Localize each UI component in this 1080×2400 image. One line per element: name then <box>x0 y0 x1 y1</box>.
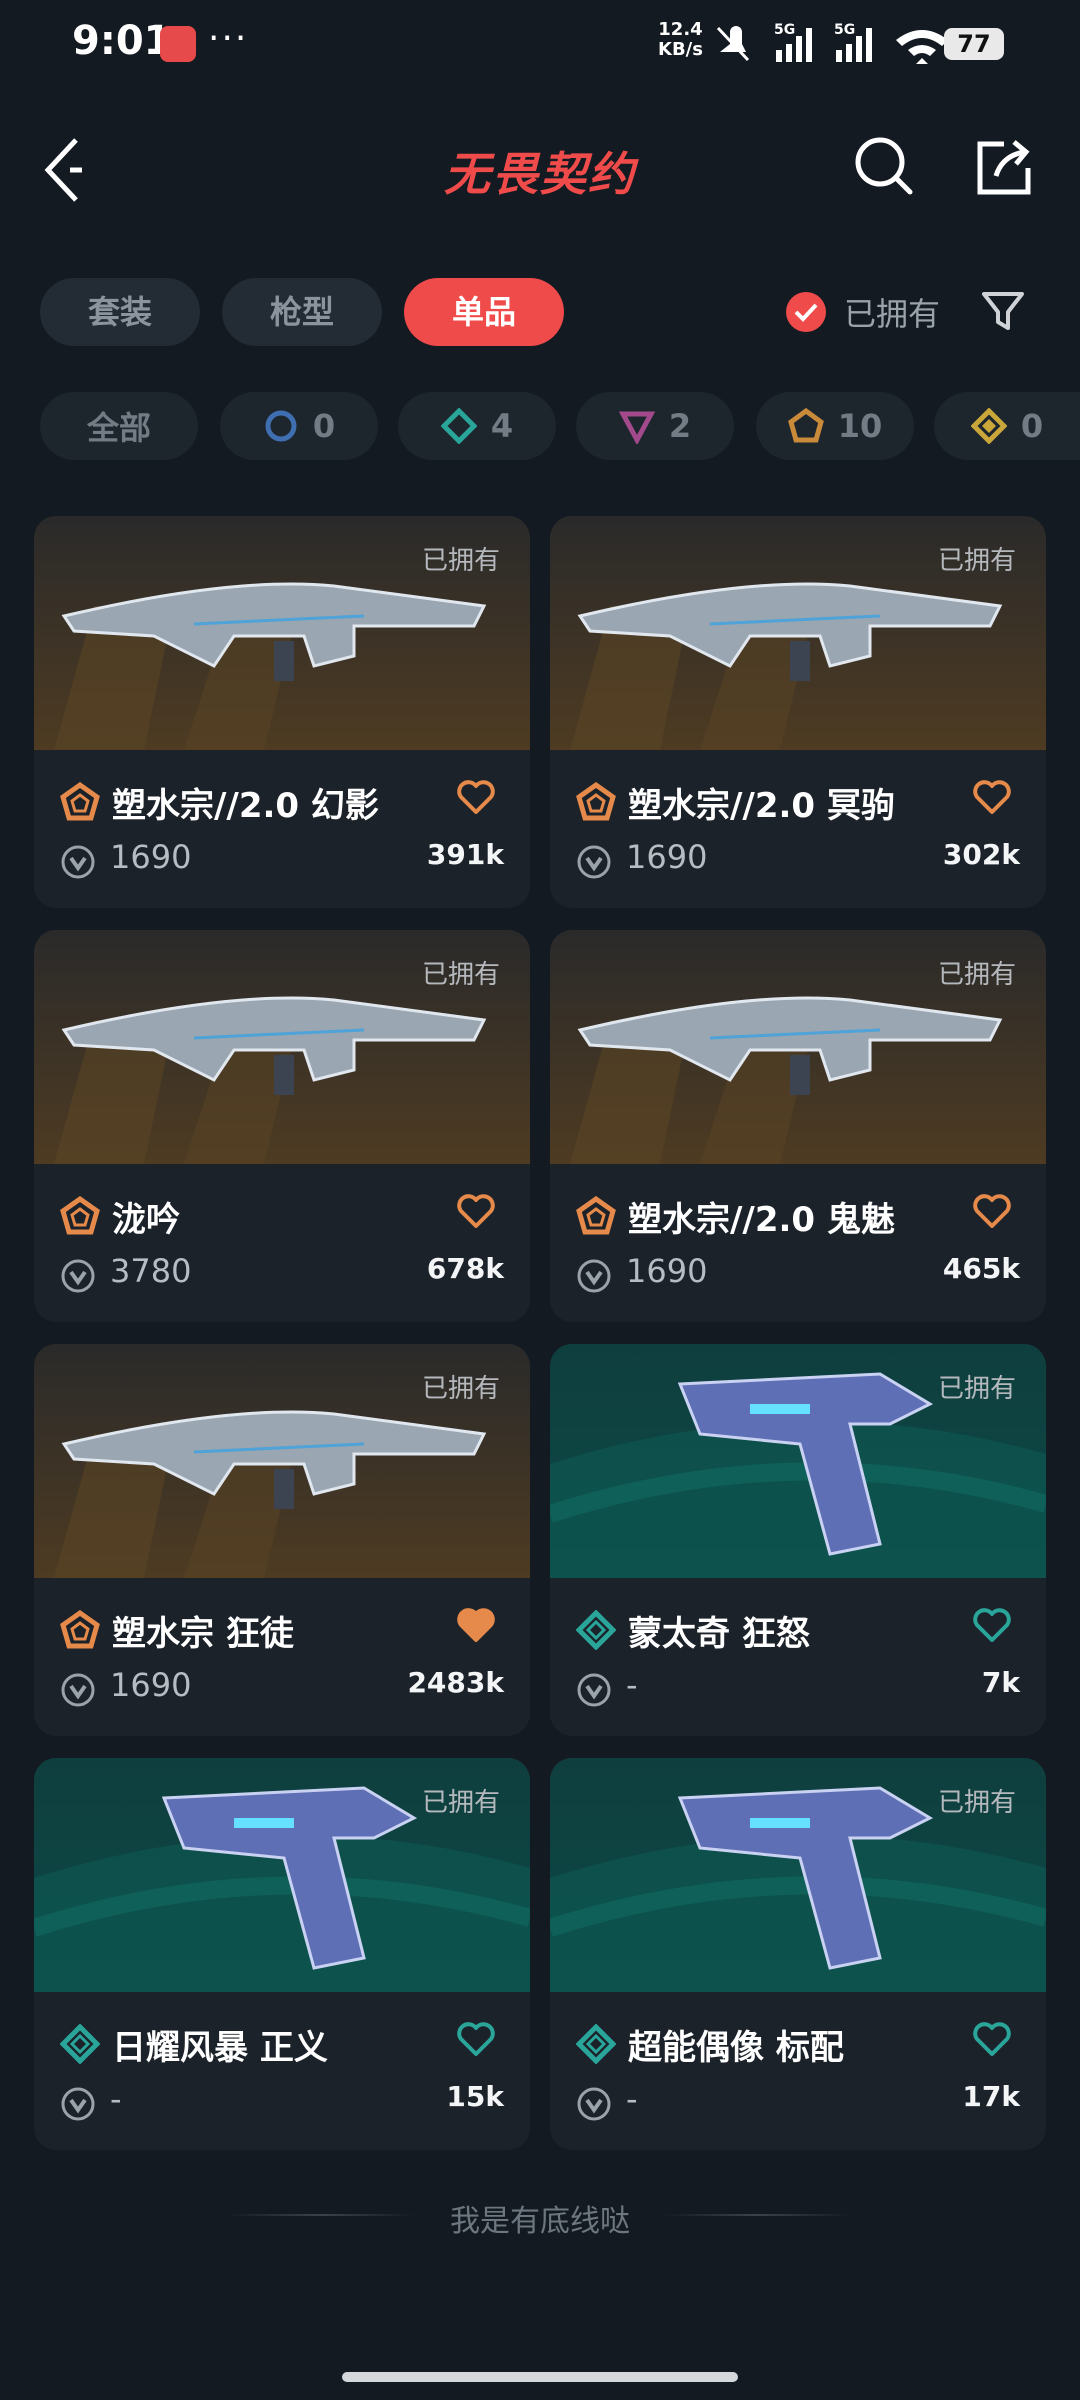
item-card[interactable]: 已拥有蒙太奇 狂怒 - 7k <box>550 1344 1046 1736</box>
filter-icon[interactable] <box>978 286 1028 336</box>
battery-indicator: 77 <box>944 28 1004 60</box>
premium-tier-icon <box>618 411 655 444</box>
item-price: 1690 <box>626 838 708 876</box>
owned-tag: 已拥有 <box>937 546 1016 576</box>
item-name: 泷吟 <box>112 1200 180 1240</box>
tier-icon <box>59 2023 101 2065</box>
item-price: 1690 <box>626 1252 708 1290</box>
item-card[interactable]: 已拥有超能偶像 标配 - 17k <box>550 1758 1046 2150</box>
checked-icon <box>786 292 826 332</box>
vp-currency-icon <box>576 844 612 880</box>
item-card[interactable]: 已拥有塑水宗 狂徒 1690 2483k <box>34 1344 530 1736</box>
network-speed: 12.4 KB/s <box>658 19 703 60</box>
owned-tag: 已拥有 <box>421 960 500 990</box>
rarity-chip-exclusive[interactable]: 10 <box>756 392 914 460</box>
owned-tag: 已拥有 <box>421 1788 500 1818</box>
heart-icon[interactable] <box>456 2020 496 2058</box>
end-of-list-text: 我是有底线哒 <box>450 2204 630 2239</box>
tab-weapon-types[interactable]: 枪型 <box>222 278 382 346</box>
svg-text:5G: 5G <box>834 22 855 38</box>
vp-currency-icon <box>60 2086 96 2122</box>
tab-bundles[interactable]: 套装 <box>40 278 200 346</box>
wifi-icon <box>896 30 948 64</box>
rarity-chip-select[interactable]: 0 <box>220 392 378 460</box>
home-indicator[interactable] <box>342 2372 738 2382</box>
heart-icon[interactable] <box>456 1192 496 1230</box>
search-icon[interactable] <box>852 134 916 198</box>
heart-icon[interactable] <box>972 2020 1012 2058</box>
vp-currency-icon <box>60 1258 96 1294</box>
heart-icon[interactable] <box>972 778 1012 816</box>
share-icon[interactable] <box>974 134 1034 198</box>
rarity-chip-all[interactable]: 全部 <box>40 392 198 460</box>
owned-tag: 已拥有 <box>937 960 1016 990</box>
exclusive-tier-icon <box>787 408 824 443</box>
vp-currency-icon <box>60 844 96 880</box>
tier-icon <box>576 781 616 822</box>
svg-text:5G: 5G <box>774 22 795 38</box>
item-price: - <box>110 2080 122 2118</box>
status-bar: 9:01 ··· 12.4 KB/s 5G 5G 77 <box>0 0 1080 90</box>
item-name: 塑水宗//2.0 冥驹 <box>628 786 895 826</box>
tier-icon <box>60 1195 100 1236</box>
heart-icon[interactable] <box>972 1606 1012 1644</box>
item-name: 日耀风暴 正义 <box>112 2028 328 2068</box>
owned-filter-label: 已拥有 <box>844 295 941 333</box>
tier-icon <box>576 1195 616 1236</box>
tier-icon <box>575 2023 617 2065</box>
item-name: 蒙太奇 狂怒 <box>628 1614 810 1654</box>
tab-items[interactable]: 单品 <box>404 278 564 346</box>
item-card[interactable]: 已拥有日耀风暴 正义 - 15k <box>34 1758 530 2150</box>
like-count: 302k <box>942 838 1020 871</box>
mute-icon <box>720 26 746 52</box>
like-count: 17k <box>962 2080 1020 2113</box>
item-price: 1690 <box>110 838 192 876</box>
rarity-chip-deluxe[interactable]: 4 <box>398 392 556 460</box>
tier-icon <box>60 781 100 822</box>
item-name: 超能偶像 标配 <box>628 2028 844 2068</box>
item-price: - <box>626 2080 638 2118</box>
rarity-chip-ultra[interactable]: 0 <box>934 392 1080 460</box>
item-price: - <box>626 1666 638 1704</box>
like-count: 15k <box>446 2080 504 2113</box>
vp-currency-icon <box>576 1672 612 1708</box>
vp-currency-icon <box>576 2086 612 2122</box>
owned-filter-toggle[interactable]: 已拥有 <box>786 284 940 340</box>
ultra-tier-icon <box>970 408 1007 444</box>
like-count: 2483k <box>407 1666 504 1699</box>
owned-tag: 已拥有 <box>421 546 500 576</box>
vp-currency-icon <box>60 1672 96 1708</box>
item-name: 塑水宗//2.0 鬼魅 <box>628 1200 895 1240</box>
select-tier-icon <box>265 410 297 442</box>
owned-tag: 已拥有 <box>937 1374 1016 1404</box>
item-name: 塑水宗 狂徒 <box>112 1614 294 1654</box>
item-price: 1690 <box>110 1666 192 1704</box>
vp-currency-icon <box>576 1258 612 1294</box>
item-card[interactable]: 已拥有塑水宗//2.0 幻影 1690 391k <box>34 516 530 908</box>
item-price: 3780 <box>110 1252 192 1290</box>
heart-icon[interactable] <box>972 1192 1012 1230</box>
tier-icon <box>575 1609 617 1651</box>
owned-tag: 已拥有 <box>421 1374 500 1404</box>
status-time: 9:01 <box>72 18 172 64</box>
deluxe-tier-icon <box>440 408 477 444</box>
page-title-logo: 无畏契约 <box>444 147 636 201</box>
notification-app-icon <box>160 26 196 62</box>
item-card[interactable]: 已拥有泷吟 3780 678k <box>34 930 530 1322</box>
like-count: 391k <box>426 838 504 871</box>
tier-icon <box>60 1609 100 1650</box>
item-card[interactable]: 已拥有塑水宗//2.0 冥驹 1690 302k <box>550 516 1046 908</box>
like-count: 678k <box>426 1252 504 1285</box>
item-name: 塑水宗//2.0 幻影 <box>112 786 379 826</box>
owned-tag: 已拥有 <box>937 1788 1016 1818</box>
rarity-chip-premium[interactable]: 2 <box>576 392 734 460</box>
more-notifications-icon: ··· <box>208 18 249 59</box>
like-count: 465k <box>942 1252 1020 1285</box>
top-bar: 无畏契约 <box>0 120 1080 220</box>
heart-icon[interactable] <box>456 1606 496 1644</box>
heart-icon[interactable] <box>456 778 496 816</box>
item-card[interactable]: 已拥有塑水宗//2.0 鬼魅 1690 465k <box>550 930 1046 1322</box>
like-count: 7k <box>981 1666 1020 1699</box>
